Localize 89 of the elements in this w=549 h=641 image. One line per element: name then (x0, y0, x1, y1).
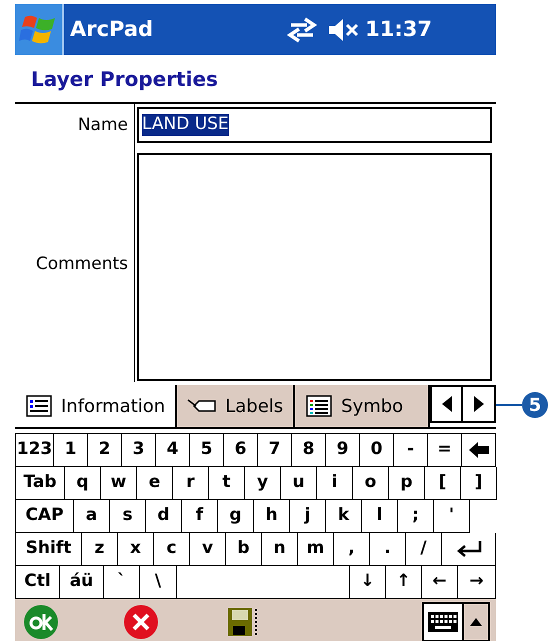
keyboard-key[interactable]: 3 (122, 434, 156, 467)
keyboard-key[interactable]: 4 (156, 434, 190, 467)
keyboard-key[interactable]: Ctl (16, 566, 60, 599)
tab-scroll-left[interactable] (430, 385, 463, 423)
input-panel-button[interactable] (422, 602, 490, 641)
tag-icon (187, 397, 218, 415)
keyboard-key[interactable]: ; (398, 500, 434, 533)
comments-field[interactable] (137, 153, 492, 381)
keyboard-key[interactable]: z (82, 533, 118, 566)
keyboard-key[interactable]: Shift (16, 533, 82, 566)
callout-badge: 5 (522, 392, 548, 418)
up-caret-icon (470, 618, 482, 626)
keyboard-key[interactable]: 2 (88, 434, 122, 467)
name-value: LAND USE (142, 114, 229, 136)
tab[interactable]: Labels (177, 385, 296, 427)
keyboard-key[interactable]: ' (434, 500, 470, 533)
page-title: Layer Properties (30, 66, 219, 92)
ok-icon[interactable] (23, 604, 59, 640)
keyboard-key[interactable]: c (154, 533, 190, 566)
keyboard-key[interactable]: f (182, 500, 218, 533)
keyboard-key[interactable]: áü (60, 566, 104, 599)
keyboard-key[interactable]: ` (104, 566, 140, 599)
keyboard-key[interactable]: Tab (16, 467, 65, 500)
keyboard-key[interactable]: 5 (190, 434, 224, 467)
keyboard-key[interactable]: d (146, 500, 182, 533)
keyboard-key[interactable]: CAP (16, 500, 74, 533)
keyboard-key[interactable]: n (262, 533, 298, 566)
keyboard-key[interactable]: \ (140, 566, 177, 599)
keyboard-key[interactable]: b (226, 533, 262, 566)
keyboard-key[interactable]: a (74, 500, 110, 533)
left-arrow-icon (440, 396, 452, 412)
clock: 11:37 (365, 16, 432, 43)
keyboard-key[interactable]: w (101, 467, 137, 500)
keyboard-key[interactable]: , (334, 533, 370, 566)
enter-key[interactable] (442, 533, 496, 566)
list-icon (305, 394, 334, 418)
keyboard-key[interactable]: g (218, 500, 254, 533)
keyboard-key[interactable]: 1 (54, 434, 88, 467)
name-label: Name (78, 114, 128, 137)
keyboard-key[interactable]: → (458, 566, 496, 599)
keyboard-key[interactable]: 9 (326, 434, 360, 467)
connectivity-icon (287, 16, 318, 44)
keyboard-key[interactable]: 123 (16, 434, 54, 467)
tab-scroll-right[interactable] (463, 385, 496, 423)
comments-label: Comments (36, 252, 128, 276)
space-key[interactable] (177, 566, 350, 599)
keyboard-key[interactable]: h (254, 500, 290, 533)
right-arrow-icon (472, 396, 484, 412)
save-icon[interactable] (227, 607, 259, 637)
list-icon (25, 394, 53, 418)
backspace-icon (468, 441, 490, 459)
keyboard-key[interactable]: o (353, 467, 389, 500)
keyboard-key[interactable]: l (362, 500, 398, 533)
keyboard-key[interactable]: i (317, 467, 353, 500)
keyboard-key[interactable]: 0 (360, 434, 394, 467)
keyboard-key[interactable]: p (389, 467, 425, 500)
keyboard-key[interactable]: - (394, 434, 428, 467)
name-field[interactable]: LAND USE (137, 107, 492, 143)
keyboard-key[interactable]: u (281, 467, 317, 500)
enter-icon (456, 540, 482, 558)
keyboard-key[interactable]: / (406, 533, 442, 566)
keyboard-key[interactable]: x (118, 533, 154, 566)
keyboard-key[interactable]: r (173, 467, 209, 500)
keyboard-key[interactable]: e (137, 467, 173, 500)
keyboard-key[interactable]: 7 (258, 434, 292, 467)
app-title: ArcPad (70, 16, 154, 43)
keyboard-key[interactable]: . (370, 533, 406, 566)
keyboard-key[interactable]: q (65, 467, 101, 500)
keyboard-key[interactable]: y (245, 467, 281, 500)
keyboard-key[interactable]: k (326, 500, 362, 533)
keyboard-key[interactable]: t (209, 467, 245, 500)
keyboard-key[interactable]: ↑ (386, 566, 422, 599)
keyboard-key[interactable]: [ (425, 467, 461, 500)
keyboard-key[interactable]: ] (461, 467, 497, 500)
leader-line (496, 404, 522, 406)
start-button[interactable] (15, 4, 64, 55)
tab[interactable]: Symbo (295, 385, 430, 427)
cancel-icon[interactable] (123, 604, 159, 640)
backspace-key[interactable] (462, 434, 496, 467)
keyboard-key[interactable]: = (428, 434, 462, 467)
keyboard-key[interactable]: 6 (224, 434, 258, 467)
keyboard-key[interactable]: v (190, 533, 226, 566)
keyboard-key[interactable]: j (290, 500, 326, 533)
keyboard-key[interactable]: 8 (292, 434, 326, 467)
keyboard-key[interactable]: s (110, 500, 146, 533)
keyboard-key[interactable]: ↓ (350, 566, 386, 599)
keyboard-key[interactable]: ← (422, 566, 458, 599)
keyboard-icon (427, 611, 459, 633)
keyboard-key[interactable]: m (298, 533, 334, 566)
